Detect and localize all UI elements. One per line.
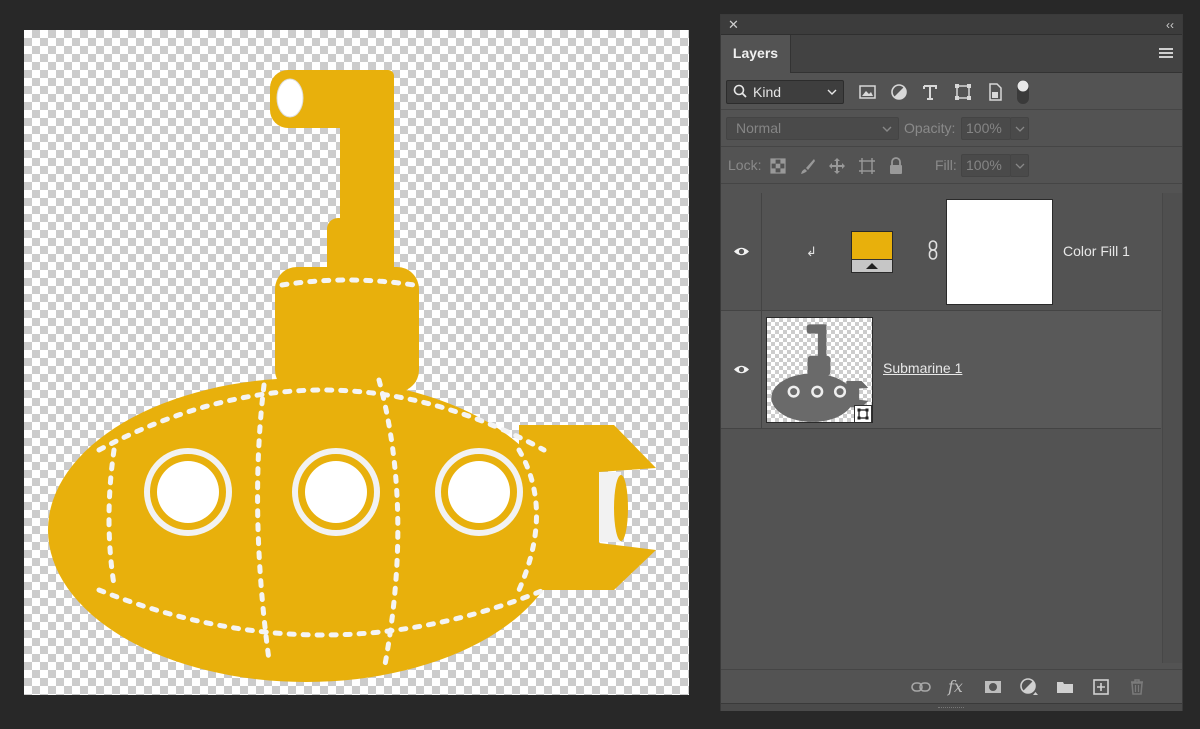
clipping-mask-arrow-icon: ↲ xyxy=(806,244,817,259)
eye-icon xyxy=(734,365,749,374)
filter-row: Kind xyxy=(721,73,1182,110)
tab-layers[interactable]: Layers xyxy=(721,35,791,73)
opacity-dropdown[interactable] xyxy=(1010,117,1029,140)
fill-label: Fill: xyxy=(935,157,957,173)
fill-thumb-slider xyxy=(852,260,892,272)
layers-bottom-toolbar: fx xyxy=(721,669,1182,702)
filter-kind-label: Kind xyxy=(753,84,782,100)
opacity-input[interactable]: 100% xyxy=(961,117,1011,140)
new-adjustment-icon[interactable] xyxy=(1019,677,1039,697)
lock-transparent-icon[interactable] xyxy=(769,157,787,175)
filter-kind-select[interactable]: Kind xyxy=(726,80,844,104)
image-filter-icon[interactable] xyxy=(858,82,878,102)
fx-icon[interactable]: fx xyxy=(948,677,968,697)
fill-layer-thumbnail[interactable] xyxy=(851,231,893,273)
panel-resize-grip[interactable] xyxy=(721,703,1182,711)
layer-thumbnail[interactable] xyxy=(766,317,873,423)
smart-object-icon xyxy=(857,408,869,420)
triangle-marker-icon xyxy=(866,263,878,269)
chevron-down-icon xyxy=(827,89,837,95)
lock-row: Lock: Fill: 100% xyxy=(721,147,1182,184)
eye-icon xyxy=(734,247,749,256)
new-layer-icon[interactable] xyxy=(1091,677,1111,697)
layer-name[interactable]: Color Fill 1 xyxy=(1063,243,1130,259)
submarine-artwork xyxy=(48,70,656,682)
layers-list: ↲ Color Fill 1 Submarine 1 xyxy=(721,193,1182,663)
layers-panel: ✕ ‹‹ Layers Kind Normal Opacity: 100% Lo… xyxy=(720,14,1183,711)
visibility-toggle[interactable] xyxy=(721,193,762,310)
panel-title-bar: ✕ ‹‹ xyxy=(721,15,1182,35)
panel-menu-icon[interactable] xyxy=(1159,48,1173,59)
close-panel-icon[interactable]: ✕ xyxy=(728,17,739,33)
type-filter-icon[interactable] xyxy=(920,82,940,102)
lock-image-icon[interactable] xyxy=(799,157,817,175)
new-group-icon[interactable] xyxy=(1055,677,1075,697)
visibility-toggle[interactable] xyxy=(721,311,762,428)
panel-tab-bar: Layers xyxy=(721,35,1182,73)
lock-position-icon[interactable] xyxy=(828,157,846,175)
link-layers-icon[interactable] xyxy=(911,677,931,697)
lock-artboard-icon[interactable] xyxy=(858,157,876,175)
smart-object-badge xyxy=(854,405,872,422)
collapse-panel-icon[interactable]: ‹‹ xyxy=(1166,17,1174,33)
delete-icon[interactable] xyxy=(1127,677,1147,697)
add-mask-icon[interactable] xyxy=(983,677,1003,697)
filter-toggle-switch[interactable] xyxy=(1016,79,1030,105)
layer-row-color-fill[interactable]: ↲ Color Fill 1 xyxy=(721,193,1161,311)
document-canvas[interactable] xyxy=(24,30,689,695)
mask-link-icon[interactable] xyxy=(928,240,938,260)
shape-filter-icon[interactable] xyxy=(953,82,973,102)
layers-scrollbar[interactable] xyxy=(1162,193,1182,663)
fill-color-swatch xyxy=(852,232,892,260)
layer-mask-thumbnail[interactable] xyxy=(946,199,1053,305)
fill-input[interactable]: 100% xyxy=(961,154,1011,177)
opacity-label: Opacity: xyxy=(904,120,956,136)
blend-mode-select[interactable]: Normal xyxy=(726,117,899,140)
layer-name[interactable]: Submarine 1 xyxy=(883,360,962,376)
layer-row-submarine[interactable]: Submarine 1 xyxy=(721,311,1161,429)
lock-label: Lock: xyxy=(728,157,762,173)
chevron-down-icon xyxy=(1015,126,1025,132)
chevron-down-icon xyxy=(882,126,892,132)
chevron-down-icon xyxy=(1015,163,1025,169)
blend-row: Normal Opacity: 100% xyxy=(721,110,1182,147)
adjustment-filter-icon[interactable] xyxy=(889,82,909,102)
smart-object-filter-icon[interactable] xyxy=(985,82,1005,102)
blend-mode-label: Normal xyxy=(736,120,782,136)
search-icon xyxy=(733,84,747,98)
fill-dropdown[interactable] xyxy=(1010,154,1029,177)
lock-all-icon[interactable] xyxy=(887,157,905,175)
